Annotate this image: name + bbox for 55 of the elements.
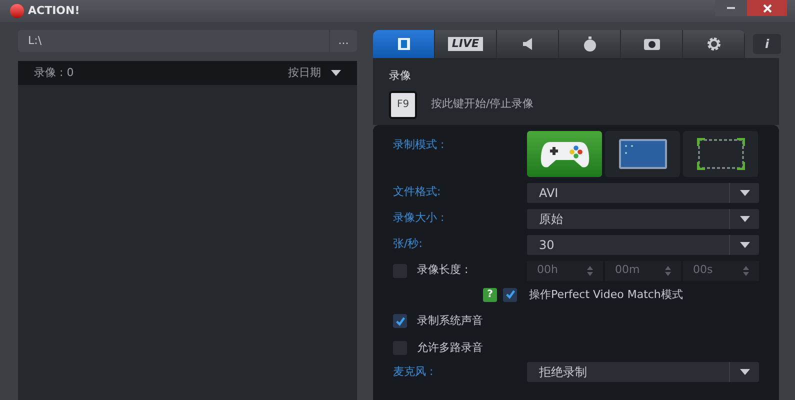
microphone-label: 麦克风 : bbox=[393, 364, 434, 380]
info-button[interactable]: i bbox=[753, 34, 781, 54]
path-field[interactable]: L:\ ... bbox=[18, 30, 357, 52]
window-title: ACTION! bbox=[28, 2, 80, 19]
mode-label: 录制模式 : bbox=[393, 136, 446, 152]
screen-icon bbox=[618, 138, 668, 170]
minimize-button[interactable] bbox=[715, 0, 747, 16]
dropdown[interactable]: AVI bbox=[527, 182, 759, 202]
close-icon bbox=[762, 4, 772, 12]
sort-dropdown[interactable]: 按日期 bbox=[288, 64, 341, 82]
mode-option[interactable] bbox=[683, 130, 758, 176]
help-icon[interactable]: ? bbox=[483, 288, 497, 302]
field-label: 张/秒: bbox=[393, 236, 424, 252]
tab[interactable] bbox=[621, 30, 683, 58]
dropdown[interactable]: 原始 bbox=[527, 208, 759, 228]
dropdown[interactable]: 拒绝录制 bbox=[527, 362, 759, 382]
hotkey-button[interactable]: F9 bbox=[389, 90, 417, 118]
checkbox[interactable] bbox=[393, 314, 407, 328]
film-icon bbox=[396, 37, 410, 51]
hotkey-description: 按此键开始/停止录像 bbox=[431, 96, 534, 112]
duration-label: 录像长度 : bbox=[417, 262, 468, 278]
caret-icon bbox=[740, 369, 750, 375]
close-button[interactable] bbox=[747, 0, 787, 16]
tab[interactable]: LIVE bbox=[435, 30, 497, 58]
caret-icon bbox=[331, 70, 341, 76]
mode-option[interactable] bbox=[527, 130, 602, 176]
tab[interactable] bbox=[559, 30, 621, 58]
checkbox[interactable] bbox=[503, 288, 517, 302]
app-logo-icon bbox=[10, 4, 24, 18]
dropdown[interactable]: 30 bbox=[527, 234, 759, 254]
perfect-match-label: 操作Perfect Video Match模式 bbox=[529, 286, 683, 302]
caret-icon bbox=[740, 242, 750, 248]
tab[interactable] bbox=[683, 30, 745, 58]
recording-count: 录像 : 0 bbox=[34, 64, 75, 81]
live-label: LIVE bbox=[448, 37, 484, 51]
spinner-arrows-icon[interactable] bbox=[665, 266, 671, 276]
caret-icon bbox=[740, 216, 750, 222]
option-label: 允许多路录音 bbox=[417, 340, 483, 356]
field-label: 文件格式: bbox=[393, 184, 442, 200]
dashed-frame-icon bbox=[696, 138, 744, 170]
stopwatch-icon bbox=[582, 36, 598, 52]
section-title: 录像 bbox=[389, 68, 412, 84]
minimize-icon bbox=[727, 7, 735, 9]
settings-icon bbox=[706, 36, 722, 52]
camera-icon bbox=[642, 37, 660, 51]
caret-icon bbox=[740, 190, 750, 196]
option-label: 录制系统声音 bbox=[417, 313, 483, 329]
spinner-arrows-icon[interactable] bbox=[743, 266, 749, 276]
speaker-icon bbox=[522, 37, 534, 51]
tab[interactable] bbox=[373, 30, 435, 58]
tab[interactable] bbox=[497, 30, 559, 58]
spinner-arrows-icon[interactable] bbox=[587, 266, 593, 276]
field-label: 录像大小 : bbox=[393, 210, 446, 226]
browse-button[interactable]: ... bbox=[329, 30, 357, 52]
mode-option[interactable] bbox=[605, 130, 680, 176]
